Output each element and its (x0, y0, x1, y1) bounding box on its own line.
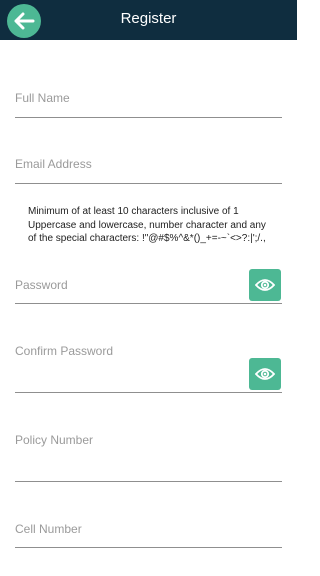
show-confirm-password-button[interactable] (249, 358, 281, 390)
page-title: Register (120, 10, 177, 27)
eye-icon (255, 368, 275, 380)
confirm-password-field[interactable]: Confirm Password (15, 333, 282, 393)
confirm-password-placeholder: Confirm Password (15, 344, 114, 358)
full-name-field[interactable]: Full Name (15, 80, 282, 118)
cell-number-field[interactable]: Cell Number (15, 510, 282, 548)
email-placeholder: Email Address (15, 157, 92, 171)
password-field[interactable]: Password (15, 266, 282, 304)
full-name-placeholder: Full Name (15, 91, 70, 105)
show-password-button[interactable] (249, 269, 281, 301)
email-field[interactable]: Email Address (15, 146, 282, 184)
policy-number-placeholder: Policy Number (15, 433, 94, 447)
password-requirements-hint: Minimum of at least 10 characters inclus… (28, 206, 266, 244)
eye-icon (255, 279, 275, 291)
cell-number-placeholder: Cell Number (15, 522, 82, 536)
app-header: Register (0, 0, 297, 40)
policy-number-field[interactable]: Policy Number (15, 420, 282, 482)
password-placeholder: Password (15, 278, 68, 292)
